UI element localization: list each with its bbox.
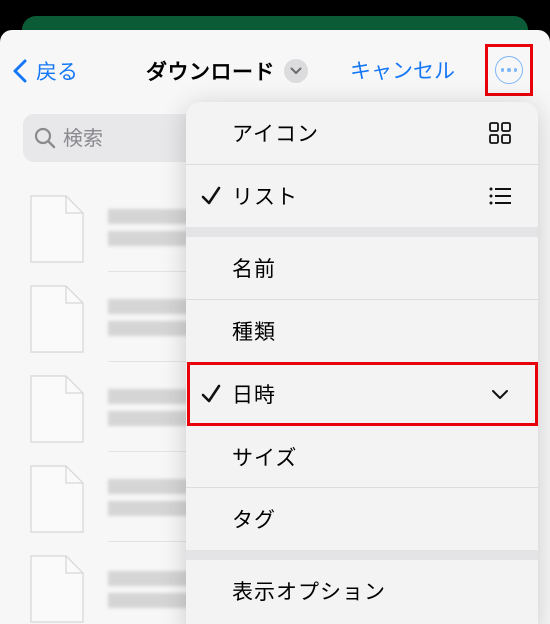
file-name-redacted bbox=[108, 299, 198, 314]
folder-title-menu[interactable]: ダウンロード bbox=[146, 55, 308, 87]
file-info-redacted bbox=[108, 231, 190, 246]
menu-item-label: 表示オプション bbox=[232, 580, 386, 604]
menu-item-sort-tags[interactable]: タグ bbox=[186, 488, 538, 550]
file-name-redacted bbox=[108, 389, 198, 404]
menu-item-label: 種類 bbox=[232, 320, 276, 344]
ellipsis-circle-icon bbox=[495, 56, 523, 84]
menu-item-sort-date[interactable]: 日時 bbox=[186, 363, 538, 425]
list-item[interactable] bbox=[30, 465, 228, 542]
menu-item-view-options[interactable]: 表示オプション bbox=[186, 560, 538, 622]
file-info-redacted bbox=[108, 321, 190, 336]
document-icon bbox=[30, 375, 84, 443]
document-icon bbox=[30, 195, 84, 263]
menu-item-label: サイズ bbox=[232, 446, 298, 470]
file-info-redacted bbox=[108, 593, 190, 608]
menu-item-list-view[interactable]: リスト bbox=[186, 165, 538, 227]
view-options-menu: アイコン リスト 名前 種類 日時 サイズ タグ 表示オプション bbox=[186, 102, 538, 624]
list-item[interactable] bbox=[30, 195, 228, 272]
menu-item-label: 名前 bbox=[232, 257, 276, 281]
menu-item-sort-size[interactable]: サイズ bbox=[186, 426, 538, 488]
chevron-down-icon bbox=[492, 390, 508, 399]
menu-item-label: アイコン bbox=[232, 122, 319, 146]
menu-item-label: リスト bbox=[232, 185, 298, 209]
file-name-redacted bbox=[108, 571, 198, 586]
list-item[interactable] bbox=[30, 375, 228, 452]
checkmark-icon bbox=[201, 186, 221, 205]
page-title: ダウンロード bbox=[146, 60, 275, 84]
menu-section-gap bbox=[186, 227, 538, 237]
more-options-button[interactable] bbox=[485, 44, 533, 96]
document-icon bbox=[30, 285, 84, 353]
menu-item-sort-kind[interactable]: 種類 bbox=[186, 300, 538, 362]
document-icon bbox=[30, 555, 84, 623]
search-icon bbox=[34, 127, 56, 149]
grid-icon bbox=[489, 122, 511, 144]
list-item[interactable] bbox=[30, 555, 200, 624]
document-icon bbox=[30, 465, 84, 533]
back-label: 戻る bbox=[36, 60, 78, 84]
menu-item-label: タグ bbox=[232, 508, 276, 532]
menu-item-icon-view[interactable]: アイコン bbox=[186, 102, 538, 164]
chevron-left-icon bbox=[13, 59, 27, 83]
menu-section-gap bbox=[186, 550, 538, 560]
file-name-redacted bbox=[108, 479, 198, 494]
checkmark-icon bbox=[201, 384, 221, 403]
menu-item-label: 日時 bbox=[232, 383, 276, 407]
menu-item-sort-name[interactable]: 名前 bbox=[186, 237, 538, 299]
list-icon bbox=[489, 187, 511, 205]
search-input[interactable] bbox=[63, 126, 203, 150]
cancel-button[interactable]: キャンセル bbox=[350, 56, 455, 86]
back-button[interactable]: 戻る bbox=[12, 56, 78, 86]
file-info-redacted bbox=[108, 411, 190, 426]
file-name-redacted bbox=[108, 209, 198, 224]
list-item[interactable] bbox=[30, 285, 228, 362]
file-info-redacted bbox=[108, 501, 190, 516]
chevron-down-icon bbox=[284, 59, 308, 83]
